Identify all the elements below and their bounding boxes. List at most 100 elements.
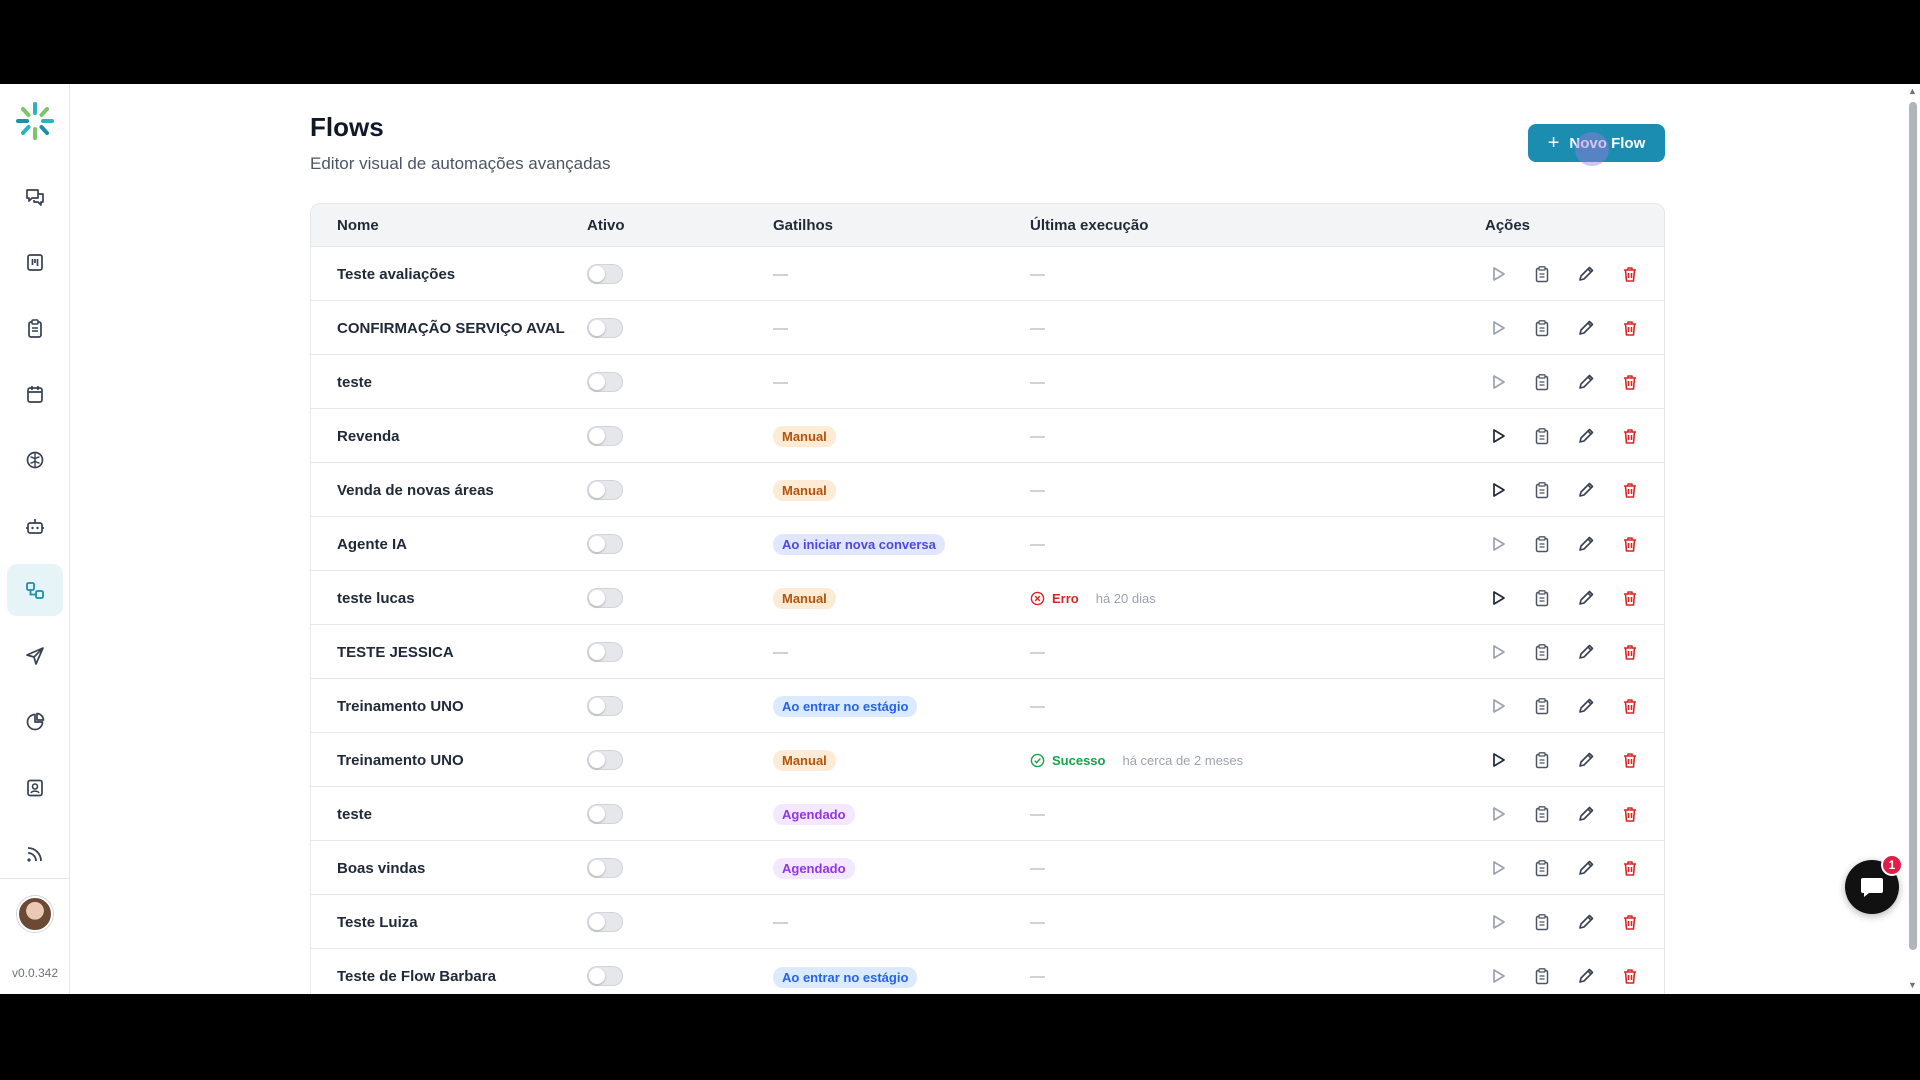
trash-icon[interactable] bbox=[1620, 642, 1640, 662]
active-toggle[interactable] bbox=[587, 426, 623, 446]
trash-icon[interactable] bbox=[1620, 858, 1640, 878]
table-row[interactable]: Teste de Flow Barbara Ao entrar no estági… bbox=[311, 949, 1664, 994]
flow-name[interactable]: teste bbox=[337, 787, 565, 841]
play-icon[interactable] bbox=[1488, 534, 1508, 554]
clipboard-icon[interactable] bbox=[1532, 426, 1552, 446]
active-toggle[interactable] bbox=[587, 804, 623, 824]
sidebar-item-chat[interactable] bbox=[7, 170, 63, 222]
clipboard-icon[interactable] bbox=[1532, 534, 1552, 554]
table-row[interactable]: Treinamento UNO Manual Sucesso há cerca de … bbox=[311, 733, 1664, 787]
clipboard-icon[interactable] bbox=[1532, 642, 1552, 662]
flow-name[interactable]: Teste avaliações bbox=[337, 247, 565, 301]
edit-pencil-icon[interactable] bbox=[1576, 588, 1596, 608]
edit-pencil-icon[interactable] bbox=[1576, 858, 1596, 878]
play-icon[interactable] bbox=[1488, 858, 1508, 878]
trash-icon[interactable] bbox=[1620, 264, 1640, 284]
clipboard-icon[interactable] bbox=[1532, 696, 1552, 716]
table-row[interactable]: teste — — bbox=[311, 355, 1664, 409]
table-row[interactable]: Agente IA Ao iniciar nova conversa — bbox=[311, 517, 1664, 571]
active-toggle[interactable] bbox=[587, 264, 623, 284]
active-toggle[interactable] bbox=[587, 858, 623, 878]
edit-pencil-icon[interactable] bbox=[1576, 480, 1596, 500]
trash-icon[interactable] bbox=[1620, 588, 1640, 608]
table-row[interactable]: Boas vindas Agendado — bbox=[311, 841, 1664, 895]
flow-name[interactable]: Treinamento UNO bbox=[337, 733, 565, 787]
table-row[interactable]: Venda de novas áreas Manual — bbox=[311, 463, 1664, 517]
active-toggle[interactable] bbox=[587, 372, 623, 392]
play-icon[interactable] bbox=[1488, 642, 1508, 662]
trash-icon[interactable] bbox=[1620, 696, 1640, 716]
edit-pencil-icon[interactable] bbox=[1576, 426, 1596, 446]
edit-pencil-icon[interactable] bbox=[1576, 966, 1596, 986]
active-toggle[interactable] bbox=[587, 912, 623, 932]
clipboard-icon[interactable] bbox=[1532, 858, 1552, 878]
app-logo[interactable] bbox=[12, 98, 58, 144]
edit-pencil-icon[interactable] bbox=[1576, 912, 1596, 932]
table-row[interactable]: TESTE JESSICA — — bbox=[311, 625, 1664, 679]
active-toggle[interactable] bbox=[587, 696, 623, 716]
clipboard-icon[interactable] bbox=[1532, 318, 1552, 338]
sidebar-item-kanban[interactable] bbox=[7, 236, 63, 288]
play-icon[interactable] bbox=[1488, 750, 1508, 770]
trash-icon[interactable] bbox=[1620, 966, 1640, 986]
clipboard-icon[interactable] bbox=[1532, 750, 1552, 770]
flow-name[interactable]: Venda de novas áreas bbox=[337, 463, 565, 517]
play-icon[interactable] bbox=[1488, 804, 1508, 824]
clipboard-icon[interactable] bbox=[1532, 480, 1552, 500]
trash-icon[interactable] bbox=[1620, 426, 1640, 446]
new-flow-button[interactable]: + Novo Flow bbox=[1528, 124, 1665, 162]
clipboard-icon[interactable] bbox=[1532, 912, 1552, 932]
play-icon[interactable] bbox=[1488, 966, 1508, 986]
trash-icon[interactable] bbox=[1620, 750, 1640, 770]
edit-pencil-icon[interactable] bbox=[1576, 534, 1596, 554]
user-avatar[interactable] bbox=[17, 896, 53, 932]
active-toggle[interactable] bbox=[587, 750, 623, 770]
sidebar-item-flows[interactable] bbox=[7, 564, 63, 616]
active-toggle[interactable] bbox=[587, 534, 623, 554]
trash-icon[interactable] bbox=[1620, 318, 1640, 338]
sidebar-item-clipboard[interactable] bbox=[7, 302, 63, 354]
table-row[interactable]: teste lucas Manual Erro há 20 dias bbox=[311, 571, 1664, 625]
flow-name[interactable]: teste lucas bbox=[337, 571, 565, 625]
play-icon[interactable] bbox=[1488, 480, 1508, 500]
clipboard-icon[interactable] bbox=[1532, 264, 1552, 284]
play-icon[interactable] bbox=[1488, 426, 1508, 446]
edit-pencil-icon[interactable] bbox=[1576, 750, 1596, 770]
clipboard-icon[interactable] bbox=[1532, 966, 1552, 986]
flow-name[interactable]: CONFIRMAÇÃO SERVIÇO AVALIAÇ bbox=[337, 301, 565, 355]
edit-pencil-icon[interactable] bbox=[1576, 264, 1596, 284]
trash-icon[interactable] bbox=[1620, 912, 1640, 932]
table-row[interactable]: Teste avaliações — — bbox=[311, 247, 1664, 301]
table-row[interactable]: Treinamento UNO Ao entrar no estágio — bbox=[311, 679, 1664, 733]
clipboard-icon[interactable] bbox=[1532, 372, 1552, 392]
active-toggle[interactable] bbox=[587, 588, 623, 608]
scrollbar-thumb[interactable] bbox=[1909, 102, 1917, 950]
active-toggle[interactable] bbox=[587, 966, 623, 986]
clipboard-icon[interactable] bbox=[1532, 588, 1552, 608]
flow-name[interactable]: Agente IA bbox=[337, 517, 565, 571]
sidebar-item-bot[interactable] bbox=[7, 500, 63, 552]
play-icon[interactable] bbox=[1488, 372, 1508, 392]
trash-icon[interactable] bbox=[1620, 534, 1640, 554]
clipboard-icon[interactable] bbox=[1532, 804, 1552, 824]
play-icon[interactable] bbox=[1488, 696, 1508, 716]
table-row[interactable]: teste Agendado — bbox=[311, 787, 1664, 841]
scroll-down-icon[interactable]: ▼ bbox=[1908, 980, 1917, 990]
edit-pencil-icon[interactable] bbox=[1576, 696, 1596, 716]
play-icon[interactable] bbox=[1488, 318, 1508, 338]
active-toggle[interactable] bbox=[587, 642, 623, 662]
sidebar-item-send[interactable] bbox=[7, 630, 63, 682]
sidebar-item-brain[interactable] bbox=[7, 434, 63, 486]
flow-name[interactable]: Boas vindas bbox=[337, 841, 565, 895]
play-icon[interactable] bbox=[1488, 264, 1508, 284]
scroll-up-icon[interactable]: ▲ bbox=[1908, 86, 1917, 96]
trash-icon[interactable] bbox=[1620, 372, 1640, 392]
active-toggle[interactable] bbox=[587, 480, 623, 500]
flow-name[interactable]: Revenda bbox=[337, 409, 565, 463]
sidebar-item-calendar[interactable] bbox=[7, 368, 63, 420]
flow-name[interactable]: Treinamento UNO bbox=[337, 679, 565, 733]
active-toggle[interactable] bbox=[587, 318, 623, 338]
edit-pencil-icon[interactable] bbox=[1576, 372, 1596, 392]
play-icon[interactable] bbox=[1488, 588, 1508, 608]
flow-name[interactable]: Teste de Flow Barbara bbox=[337, 949, 565, 994]
